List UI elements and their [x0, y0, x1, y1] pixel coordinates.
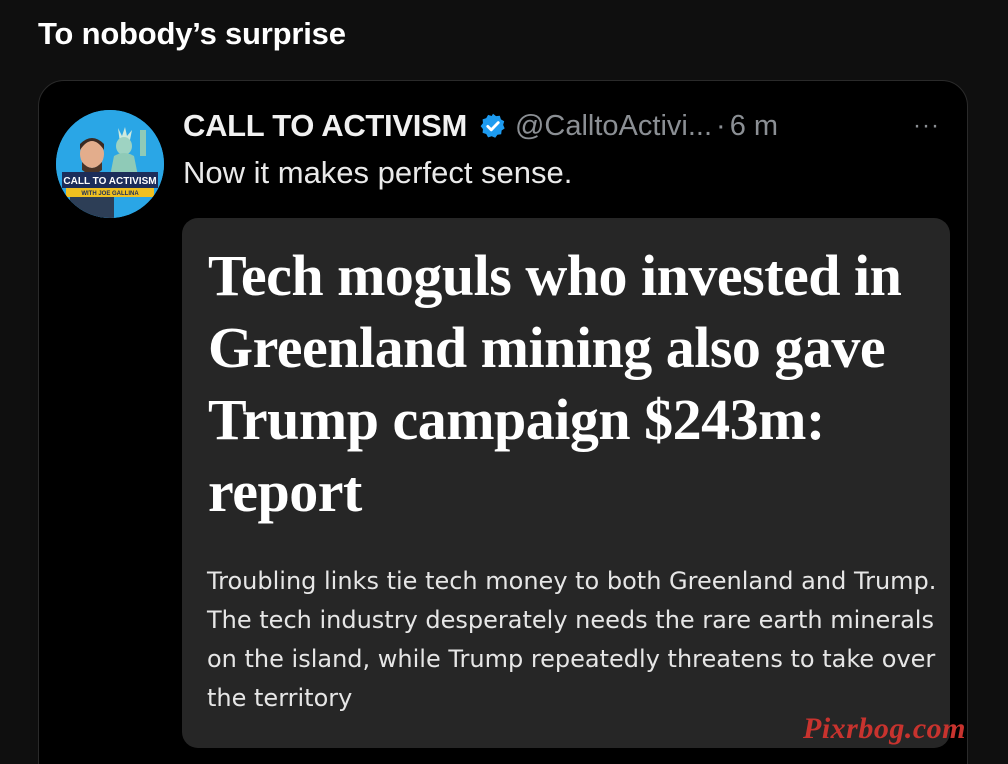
watermark: Pixrbog.com — [803, 712, 966, 745]
tweet-text: Now it makes perfect sense. — [183, 155, 573, 190]
avatar-image: CALL TO ACTIVISM WITH JOE GALLINA — [56, 110, 164, 218]
article-card[interactable]: Tech moguls who invested in Greenland mi… — [182, 218, 950, 748]
timestamp[interactable]: 6 m — [730, 110, 778, 143]
article-summary: Troubling links tie tech money to both G… — [207, 567, 937, 712]
more-options-icon[interactable]: ··· — [913, 112, 940, 140]
article-headline: Tech moguls who invested in Greenland mi… — [208, 243, 902, 524]
avatar-text-sub: WITH JOE GALLINA — [81, 191, 139, 197]
header-separator: · — [716, 109, 726, 142]
tweet-header: CALL TO ACTIVISM @CalltoActivi... · 6 m — [183, 106, 778, 146]
avatar-text-main: CALL TO ACTIVISM — [63, 176, 156, 187]
author-avatar[interactable]: CALL TO ACTIVISM WITH JOE GALLINA — [56, 110, 164, 218]
author-handle[interactable]: @CalltoActivi... — [515, 110, 712, 143]
page: To nobody’s surprise CALL TO ACTIVISM WI… — [0, 0, 1008, 764]
author-name[interactable]: CALL TO ACTIVISM — [183, 108, 467, 144]
post-caption: To nobody’s surprise — [38, 16, 346, 51]
verified-badge-icon — [480, 113, 505, 138]
